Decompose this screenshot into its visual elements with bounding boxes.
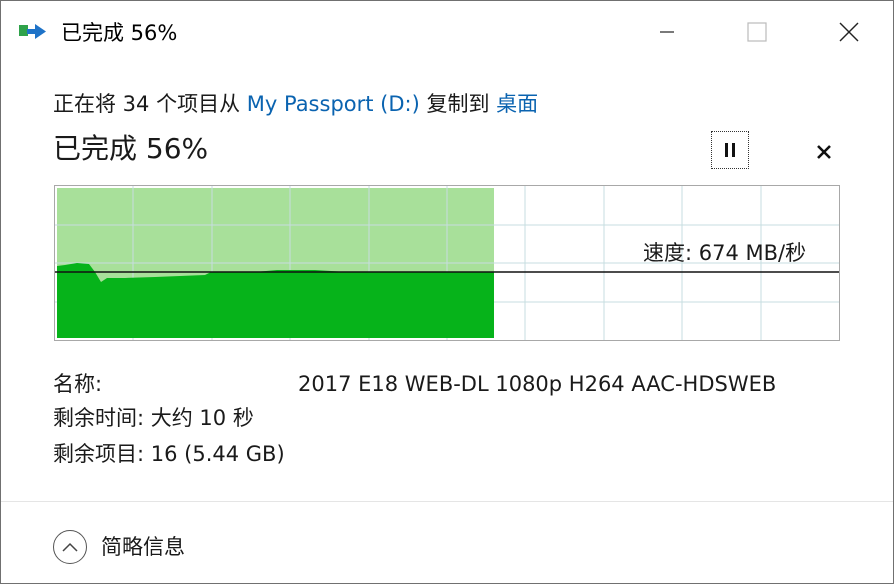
minimize-button[interactable] — [621, 1, 713, 63]
name-label: 名称: — [53, 372, 103, 396]
chevron-up-icon — [53, 530, 87, 564]
speed-label: 速度: 674 MB/秒 — [643, 241, 807, 265]
file-name-value: 2017 E18 WEB-DL 1080p H264 AAC-HDSWEB — [298, 372, 777, 396]
copy-progress-dialog: 已完成 56% 正在将 34 个项目从 My Passport (D:) 复制到… — [0, 0, 894, 584]
minimize-icon — [660, 31, 674, 33]
pause-button[interactable] — [711, 131, 749, 169]
less-details-label: 简略信息 — [101, 535, 185, 559]
title-bar[interactable]: 已完成 56% — [1, 1, 893, 63]
maximize-icon — [747, 22, 767, 42]
destination-link[interactable]: 桌面 — [496, 92, 538, 116]
close-icon — [839, 22, 859, 42]
items-remaining: 剩余项目: 16 (5.44 GB) — [53, 442, 285, 466]
copy-files-icon — [19, 24, 46, 39]
copy-summary-prefix: 正在将 34 个项目从 — [53, 92, 247, 116]
pause-icon — [725, 143, 735, 157]
time-remaining: 剩余时间: 大约 10 秒 — [53, 406, 254, 430]
window-title: 已完成 56% — [61, 21, 178, 45]
copy-summary-middle: 复制到 — [419, 92, 497, 116]
cancel-icon — [817, 145, 831, 159]
maximize-button[interactable] — [711, 1, 803, 63]
cancel-copy-button[interactable] — [807, 135, 841, 169]
progress-title: 已完成 56% — [53, 132, 209, 165]
copy-summary: 正在将 34 个项目从 My Passport (D:) 复制到 桌面 — [53, 89, 538, 119]
source-link[interactable]: My Passport (D:) — [247, 92, 420, 116]
close-button[interactable] — [803, 1, 893, 63]
less-details-button[interactable]: 简略信息 — [53, 529, 185, 565]
